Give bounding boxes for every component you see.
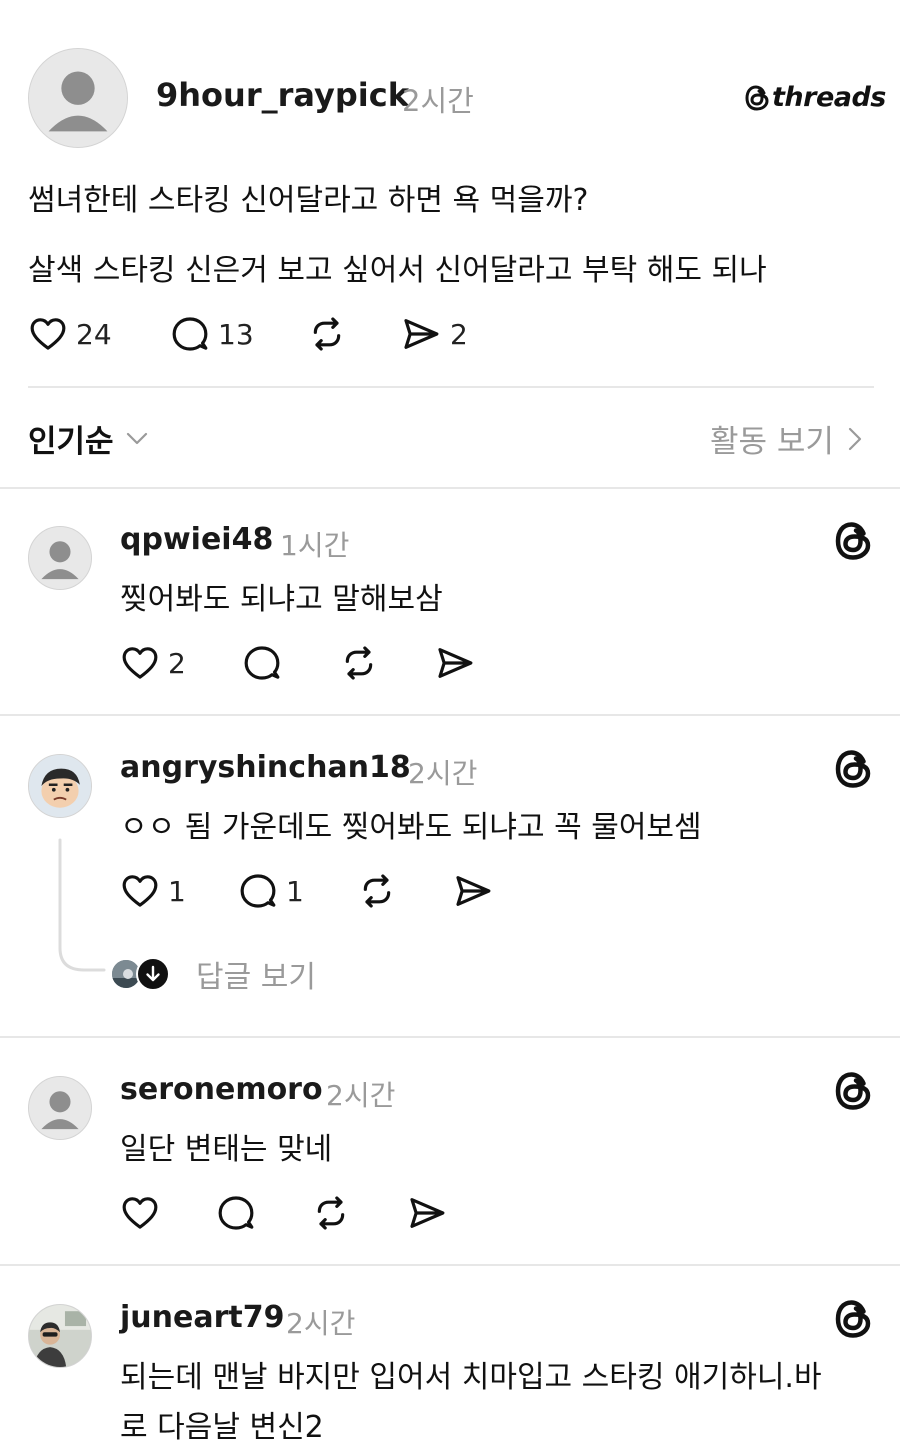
cartoon-avatar-icon [29,755,91,817]
like-button[interactable]: 2 [120,643,186,683]
reply-time: 2시간 [326,1079,396,1112]
share-button[interactable] [452,871,494,911]
reply-username[interactable]: qpwiei48 [120,522,273,557]
threads-wordmark: threads [772,82,886,113]
comment-bubble-icon [218,1196,254,1230]
reply-divider [0,1036,900,1038]
threads-logo-icon[interactable] [832,1298,874,1340]
repost-button[interactable] [356,871,398,911]
threads-logo-icon[interactable] [832,748,874,790]
like-count: 1 [168,874,186,908]
send-icon [456,876,491,906]
default-avatar-icon [29,1077,91,1139]
heart-icon [122,1197,158,1229]
reply-time: 2시간 [408,757,478,790]
comment-button[interactable] [242,643,282,683]
threads-logo-icon[interactable] [832,520,874,562]
comment-count: 13 [218,317,254,351]
post-author-avatar[interactable] [28,48,128,148]
reply-text: ㅇㅇ 됨 가운데도 찢어봐도 되냐고 꼭 물어보셈 [120,810,702,845]
sort-dropdown[interactable]: 인기순 [28,416,148,461]
share-count: 2 [450,317,468,351]
default-avatar-icon [29,49,127,147]
repost-button[interactable] [310,1193,352,1233]
reply-text: 찢어봐도 되냐고 말해보삼 [120,582,443,617]
reply-text-line: 되는데 맨날 바지만 입어서 치마입고 스타킹 애기하니.바 [120,1360,822,1395]
post-author-username[interactable]: 9hour_raypick [156,76,409,114]
reply-divider [0,714,900,716]
repost-button[interactable] [306,314,348,354]
reply-text-line: 로 다음날 변신2 [120,1410,324,1445]
threads-logo-icon[interactable] [832,1070,874,1112]
share-button[interactable] [406,1193,448,1233]
threads-brand[interactable]: threads [744,82,886,113]
view-replies-label: 답글 보기 [196,960,316,995]
comment-count: 1 [286,874,304,908]
like-count: 2 [168,646,186,680]
like-button[interactable] [120,1193,160,1233]
reply-text: 일단 변태는 맞네 [120,1132,333,1167]
threads-logo-icon [745,84,769,111]
share-button[interactable] [434,643,476,683]
repost-button[interactable] [338,643,380,683]
send-icon [404,319,439,349]
repost-icon [317,1196,345,1230]
post-text-line: 썸녀한테 스타킹 신어달라고 하면 욕 먹을까? [28,183,589,218]
arrow-down-circle-icon [136,957,170,991]
reply-avatar[interactable] [28,754,92,818]
reply-time: 1시간 [280,529,350,562]
chevron-right-icon [848,427,862,450]
reply-avatar[interactable] [28,1304,92,1368]
comment-button[interactable]: 13 [170,314,254,354]
view-activity-link[interactable]: 활동 보기 [710,416,862,461]
comment-bubble-icon [240,874,276,908]
comment-bubble-icon [172,317,208,351]
post-time: 2시간 [402,84,474,118]
repost-icon [313,317,341,351]
comment-button[interactable]: 1 [238,871,304,911]
default-avatar-icon [29,527,91,589]
reply-username[interactable]: angryshinchan18 [120,750,411,785]
thread-connector-line [58,838,106,972]
view-activity-label: 활동 보기 [710,424,834,460]
post-divider [28,386,874,388]
repost-icon [363,874,391,908]
comment-button[interactable] [216,1193,256,1233]
reply-username[interactable]: seronemoro [120,1072,323,1107]
heart-icon [122,647,158,679]
like-count: 24 [76,317,112,351]
sort-label: 인기순 [28,424,114,460]
like-button[interactable]: 24 [28,314,112,354]
reply-avatar[interactable] [28,526,92,590]
heart-icon [30,318,66,350]
like-button[interactable]: 1 [120,871,186,911]
send-icon [410,1198,445,1228]
section-divider [0,487,900,489]
reply-time: 2시간 [286,1307,356,1340]
reply-avatar[interactable] [28,1076,92,1140]
comment-bubble-icon [244,646,280,680]
reply-username[interactable]: juneart79 [120,1300,284,1335]
chevron-down-icon [126,432,147,444]
view-replies-button[interactable]: 답글 보기 [110,952,316,996]
share-button[interactable]: 2 [400,314,468,354]
post-text-line: 살색 스타킹 신은거 보고 싶어서 신어달라고 부탁 해도 되나 [28,253,767,288]
photo-avatar-icon [29,1305,91,1367]
heart-icon [122,875,158,907]
reply-divider [0,1264,900,1266]
repost-icon [345,646,373,680]
send-icon [438,648,473,678]
